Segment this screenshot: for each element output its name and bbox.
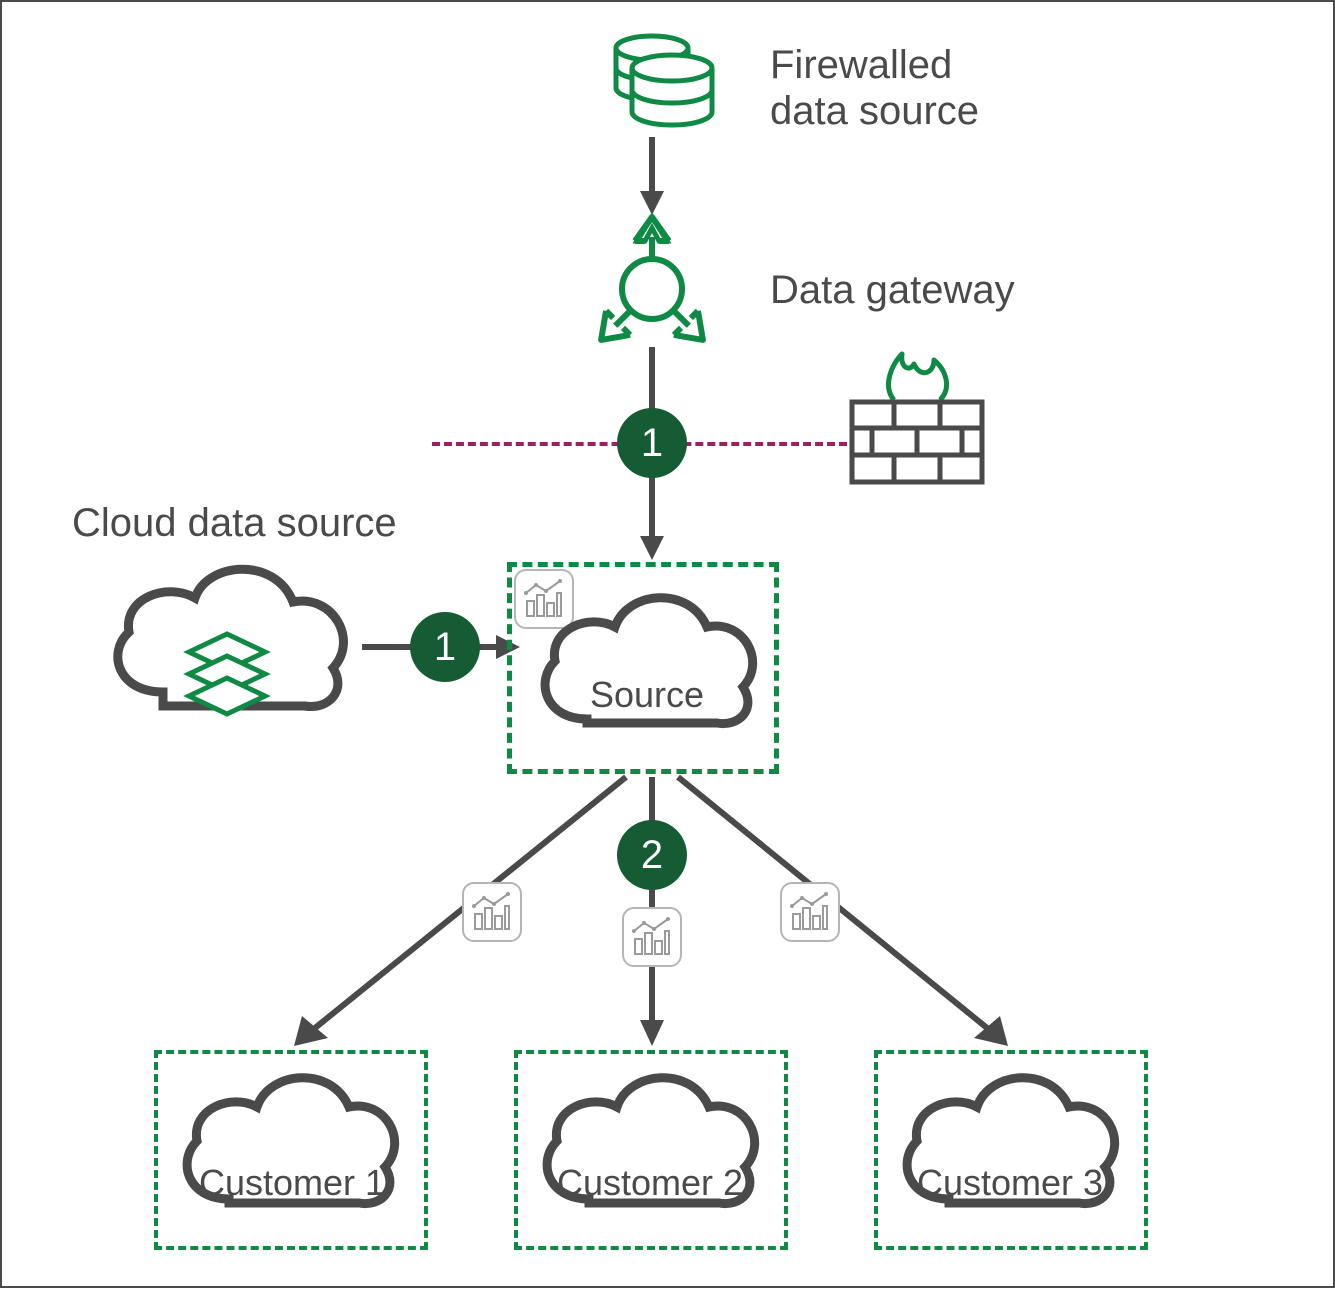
analytics-icon-left (462, 882, 522, 942)
diagram-canvas: Firewalled data source Data gateway Clou… (0, 0, 1335, 1288)
customer-1-label: Customer 1 (192, 1162, 392, 1204)
step-badge-center-number: 2 (641, 833, 663, 878)
customer-3-label: Customer 3 (910, 1162, 1110, 1204)
analytics-icon-center (622, 907, 682, 967)
customer-2-label: Customer 2 (550, 1162, 750, 1204)
step-badge-center: 2 (617, 820, 687, 890)
analytics-icon-right (780, 882, 840, 942)
